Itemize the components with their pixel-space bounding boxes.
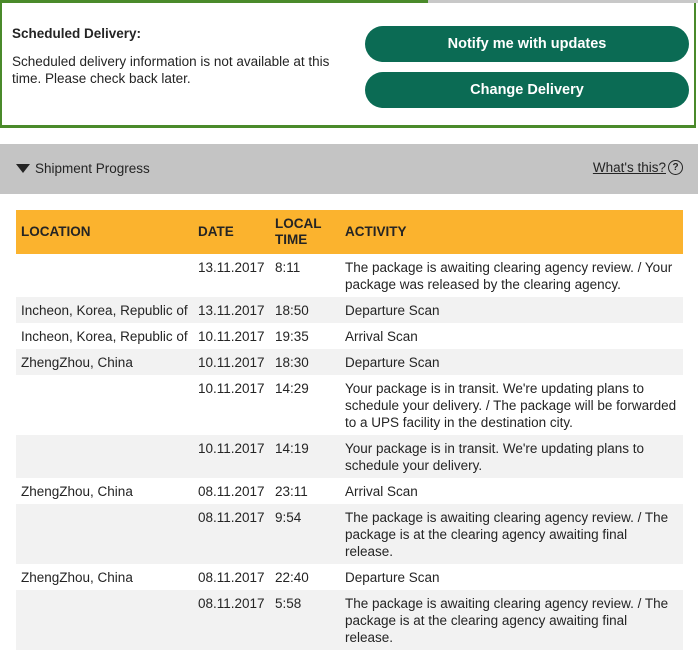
notify-updates-button[interactable]: Notify me with updates	[365, 26, 689, 62]
cell-date: 08.11.2017	[193, 590, 270, 650]
cell-time: 5:58	[270, 590, 340, 650]
cell-location: Incheon, Korea, Republic of	[21, 329, 188, 344]
table-row: 13.11.2017 8:11 The package is awaiting …	[16, 254, 683, 297]
table-row: Incheon, Korea, Republic of 13.11.2017 1…	[16, 297, 683, 323]
cell-location	[16, 504, 193, 564]
scheduled-delivery-card: Scheduled Delivery: Scheduled delivery i…	[0, 0, 698, 128]
shipment-progress-body: LOCATION DATE LOCAL TIME ACTIVITY 13.11.…	[0, 194, 698, 650]
cell-location: ZhengZhou, China	[16, 349, 193, 375]
shipment-progress-table: LOCATION DATE LOCAL TIME ACTIVITY 13.11.…	[16, 210, 683, 650]
cell-time: 23:11	[275, 484, 308, 499]
header-location: LOCATION	[16, 210, 193, 254]
cell-activity: Departure Scan	[340, 297, 683, 323]
cell-time: 8:11	[275, 260, 301, 275]
header-activity: ACTIVITY	[340, 210, 683, 254]
cell-time: 19:35	[275, 329, 309, 344]
cell-date: 13.11.2017	[198, 260, 265, 275]
cell-time: 14:19	[270, 435, 340, 478]
table-row: ZhengZhou, China 08.11.2017 23:11 Arriva…	[16, 478, 683, 504]
cell-date: 13.11.2017	[193, 297, 270, 323]
cell-activity: Departure Scan	[340, 349, 683, 375]
cell-activity: Your package is in transit. We're updati…	[345, 381, 677, 430]
shipment-progress-toggle[interactable]: Shipment Progress What's this? ?	[0, 144, 698, 194]
cell-time: 9:54	[270, 504, 340, 564]
table-row: 08.11.2017 9:54 The package is awaiting …	[16, 504, 683, 564]
change-delivery-button[interactable]: Change Delivery	[365, 72, 689, 108]
cell-date: 10.11.2017	[198, 381, 265, 396]
cell-activity: The package is awaiting clearing agency …	[340, 590, 683, 650]
shipment-progress-panel: Shipment Progress What's this? ? LOCATIO…	[0, 144, 698, 650]
help-circle-icon[interactable]: ?	[668, 160, 683, 175]
tab-accent-inactive	[428, 0, 698, 3]
cell-location: Incheon, Korea, Republic of	[16, 297, 193, 323]
table-row: 08.11.2017 5:58 The package is awaiting …	[16, 590, 683, 650]
cell-activity: Your package is in transit. We're updati…	[340, 435, 683, 478]
cell-date: 08.11.2017	[193, 504, 270, 564]
cell-time: 18:30	[270, 349, 340, 375]
cell-date: 10.11.2017	[198, 329, 265, 344]
cell-location: ZhengZhou, China	[21, 484, 133, 499]
header-local-time: LOCAL TIME	[270, 210, 340, 254]
cell-location: ZhengZhou, China	[21, 570, 133, 585]
tab-accent-active	[2, 0, 428, 3]
cell-time: 14:29	[275, 381, 309, 396]
table-row: 10.11.2017 14:29 Your package is in tran…	[16, 375, 683, 435]
cell-activity: Departure Scan	[345, 570, 440, 585]
cell-location	[16, 375, 193, 435]
cell-date: 08.11.2017	[198, 570, 265, 585]
shipment-progress-title[interactable]: Shipment Progress	[35, 161, 150, 176]
cell-activity: The package is awaiting clearing agency …	[340, 504, 683, 564]
cell-location	[16, 254, 193, 297]
scheduled-delivery-message: Scheduled delivery information is not av…	[12, 54, 330, 86]
cell-time: 18:50	[270, 297, 340, 323]
cell-time: 22:40	[275, 570, 309, 585]
scheduled-delivery-title: Scheduled Delivery:	[12, 26, 142, 41]
header-date: DATE	[193, 210, 270, 254]
cell-location	[16, 590, 193, 650]
cell-date: 10.11.2017	[193, 435, 270, 478]
caret-down-icon[interactable]	[16, 164, 30, 173]
table-row: 10.11.2017 14:19 Your package is in tran…	[16, 435, 683, 478]
table-row: ZhengZhou, China 10.11.2017 18:30 Depart…	[16, 349, 683, 375]
cell-activity: Arrival Scan	[345, 329, 418, 344]
whats-this-link[interactable]: What's this?	[593, 160, 666, 175]
cell-date: 10.11.2017	[193, 349, 270, 375]
cell-date: 08.11.2017	[198, 484, 265, 499]
cell-location	[16, 435, 193, 478]
table-row: Incheon, Korea, Republic of 10.11.2017 1…	[16, 323, 683, 349]
cell-activity: The package is awaiting clearing agency …	[345, 260, 673, 292]
table-header-row: LOCATION DATE LOCAL TIME ACTIVITY	[16, 210, 683, 254]
cell-activity: Arrival Scan	[345, 484, 418, 499]
table-row: ZhengZhou, China 08.11.2017 22:40 Depart…	[16, 564, 683, 590]
